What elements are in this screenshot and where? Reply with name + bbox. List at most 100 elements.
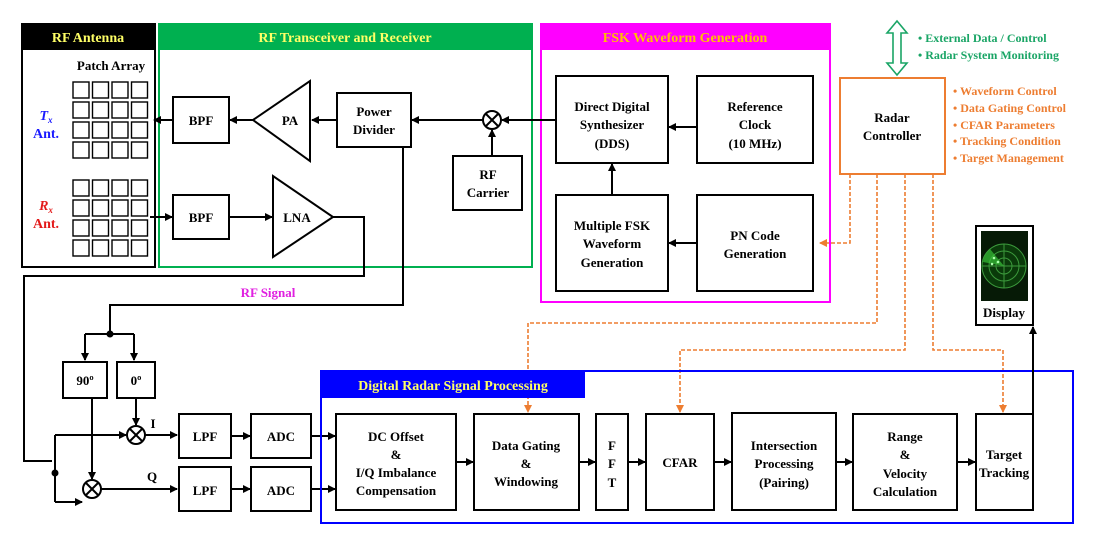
patch-element xyxy=(111,219,129,237)
fsk-title: FSK Waveform Generation xyxy=(603,31,768,46)
patch-element xyxy=(72,239,90,257)
q-channel-label: Q xyxy=(147,469,157,484)
data-gating-label: & xyxy=(521,456,532,471)
dds-label: (DDS) xyxy=(595,136,630,151)
pa-label: PA xyxy=(282,113,299,128)
patch-element xyxy=(91,239,110,257)
fft-label: T xyxy=(608,475,617,490)
rf-carrier-label: RF xyxy=(479,167,496,182)
bpf-rx-label: BPF xyxy=(189,210,214,225)
display-section: Display xyxy=(975,225,1034,326)
intersection-label: (Pairing) xyxy=(759,475,809,490)
function-item: • Data Gating Control xyxy=(953,101,1067,115)
function-item: • Tracking Condition xyxy=(953,134,1061,148)
dc-offset-label: DC Offset xyxy=(368,429,425,444)
patch-element xyxy=(111,101,129,119)
patch-element xyxy=(130,239,149,257)
dc-offset-label: Compensation xyxy=(356,483,437,498)
multiple-fsk-label: Generation xyxy=(581,255,645,270)
patch-element xyxy=(130,219,149,237)
patch-element xyxy=(72,121,90,139)
adc-q-label: ADC xyxy=(267,483,295,498)
range-velocity-label: Range xyxy=(887,429,923,444)
radar-controller-block xyxy=(839,77,946,175)
cfar-label: CFAR xyxy=(662,455,698,470)
external-item: • External Data / Control xyxy=(918,31,1047,45)
tx-antenna-label-ant: Ant. xyxy=(33,127,59,142)
fsk-waveform-section: FSK Waveform Generation Direct Digital S… xyxy=(501,23,831,303)
rf-signal-label: RF Signal xyxy=(241,285,296,300)
lpf-i-label: LPF xyxy=(193,429,218,444)
patch-element xyxy=(91,199,110,217)
patch-element xyxy=(111,141,129,159)
radar-controller-label: Controller xyxy=(863,128,921,143)
pn-code-label: PN Code xyxy=(730,228,780,243)
radar-controller-label: Radar xyxy=(874,110,910,125)
dc-offset-label: & xyxy=(391,447,402,462)
dc-offset-label: I/Q Imbalance xyxy=(356,465,437,480)
bpf-tx-label: BPF xyxy=(189,113,214,128)
external-list: • External Data / Control • Radar System… xyxy=(918,31,1059,62)
rf-carrier-block xyxy=(452,155,523,211)
patch-element xyxy=(130,81,149,99)
phase-0-label: 0º xyxy=(131,373,142,388)
power-divider-block xyxy=(336,92,412,148)
dds-label: Synthesizer xyxy=(580,117,645,132)
rf-antenna-section: RF Antenna Patch Array Tx Ant. Rx Ant. xyxy=(21,23,156,268)
reference-clock-label: (10 MHz) xyxy=(728,136,781,151)
patch-element xyxy=(111,179,129,197)
patch-element xyxy=(130,179,149,197)
target-tracking-label: Tracking xyxy=(979,465,1030,480)
lna-label: LNA xyxy=(283,210,311,225)
patch-element xyxy=(111,121,129,139)
range-velocity-label: Calculation xyxy=(873,484,938,499)
function-item: • Waveform Control xyxy=(953,84,1057,98)
range-velocity-label: Velocity xyxy=(883,466,928,481)
patch-element xyxy=(72,199,90,217)
patch-element xyxy=(72,81,90,99)
lpf-q-label: LPF xyxy=(193,483,218,498)
patch-element xyxy=(72,141,90,159)
patch-element xyxy=(72,179,90,197)
display-label: Display xyxy=(983,305,1025,320)
fft-label: F xyxy=(608,438,616,453)
rx-antenna-label-ant: Ant. xyxy=(33,217,59,232)
target-tracking-block xyxy=(975,413,1034,511)
antenna-title: RF Antenna xyxy=(52,31,124,46)
transceiver-title: RF Transceiver and Receiver xyxy=(258,31,431,46)
patch-element xyxy=(111,81,129,99)
data-gating-label: Windowing xyxy=(494,474,559,489)
patch-element xyxy=(91,101,110,119)
data-gating-label: Data Gating xyxy=(492,438,561,453)
patch-element xyxy=(91,81,110,99)
multiple-fsk-label: Multiple FSK xyxy=(574,218,651,233)
patch-element xyxy=(111,199,129,217)
rf-transceiver-section: RF Transceiver and Receiver BPF PA Power… xyxy=(150,23,533,268)
patch-element xyxy=(91,219,110,237)
patch-element xyxy=(91,141,110,159)
function-item: • CFAR Parameters xyxy=(953,118,1055,132)
target-tracking-label: Target xyxy=(986,447,1023,462)
mixer-icon xyxy=(482,110,502,130)
rf-carrier-label: Carrier xyxy=(467,185,510,200)
digital-signal-processing-section: Digital Radar Signal Processing DC Offse… xyxy=(320,326,1074,524)
power-divider-label: Divider xyxy=(353,122,395,137)
phase-90-label: 90º xyxy=(76,373,93,388)
patch-element xyxy=(130,199,149,217)
patch-element xyxy=(130,141,149,159)
intersection-label: Processing xyxy=(755,456,814,471)
mixer-q-icon xyxy=(82,479,102,499)
i-channel-label: I xyxy=(150,416,155,431)
patch-element xyxy=(91,121,110,139)
controller-functions-list: • Waveform Control • Data Gating Control… xyxy=(953,84,1067,165)
adc-i-label: ADC xyxy=(267,429,295,444)
dsp-title: Digital Radar Signal Processing xyxy=(358,379,548,394)
patch-element xyxy=(130,101,149,119)
function-item: • Target Management xyxy=(953,151,1064,165)
fft-label: F xyxy=(608,456,616,471)
pn-code-block xyxy=(696,194,814,292)
radar-screen-icon xyxy=(981,231,1028,301)
external-item: • Radar System Monitoring xyxy=(918,48,1059,62)
patch-array-label: Patch Array xyxy=(77,58,146,73)
range-velocity-label: & xyxy=(900,447,911,462)
